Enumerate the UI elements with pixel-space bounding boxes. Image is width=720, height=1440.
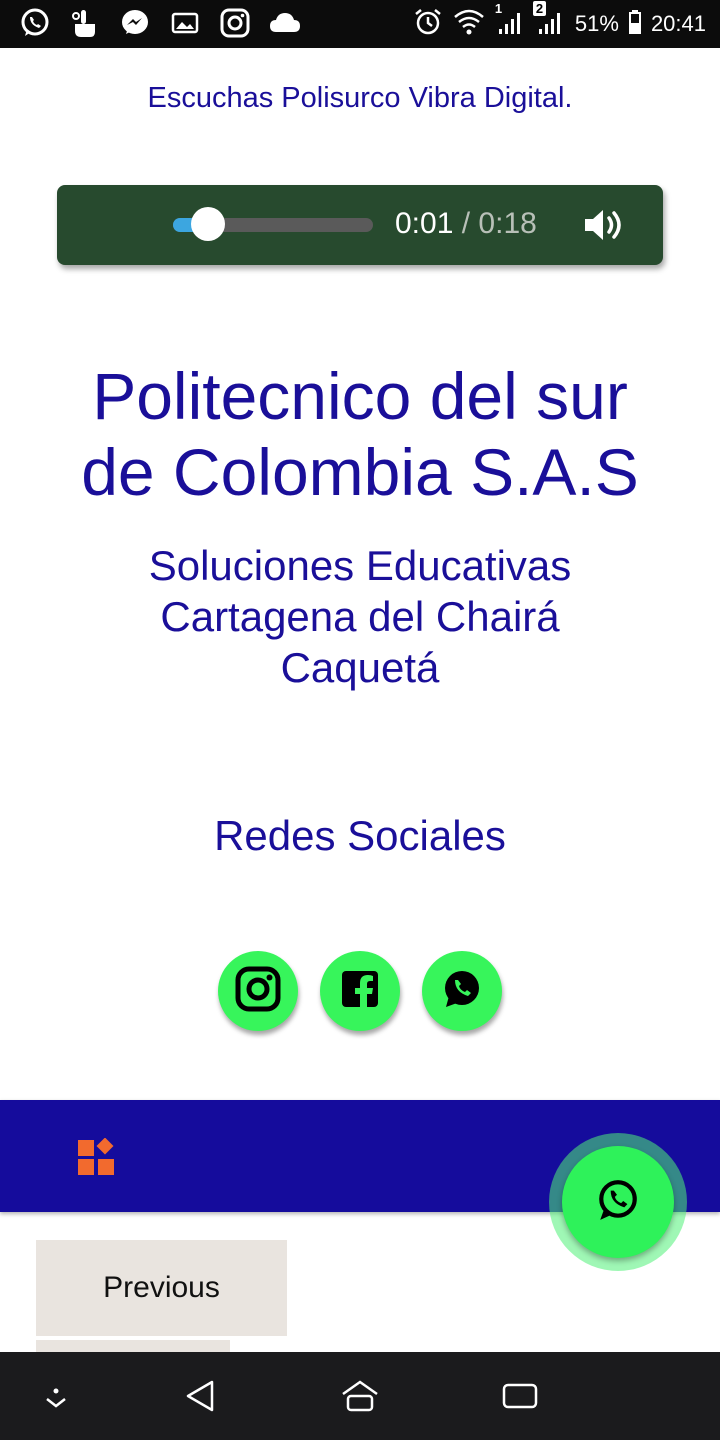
battery-percent: 51%	[574, 11, 619, 36]
page-title: Politecnico del sur de Colombia S.A.S	[40, 358, 680, 510]
system-status: 1 2 51% 20:41	[413, 0, 706, 42]
facebook-button[interactable]	[320, 951, 400, 1031]
clock: 20:41	[650, 11, 706, 36]
whatsapp-icon	[440, 967, 484, 1016]
sim2-label: 2	[532, 0, 547, 16]
progress-thumb[interactable]	[191, 207, 225, 241]
volume-icon[interactable]	[581, 205, 629, 245]
whatsapp-fab[interactable]	[562, 1146, 674, 1258]
status-bar: 1 2 51% 20:41	[0, 0, 720, 48]
audio-player: 0:01 / 0:18	[57, 185, 663, 265]
subtitle-line: Caquetá	[280, 644, 440, 691]
whatsapp-icon	[595, 1177, 641, 1228]
whatsapp-icon	[18, 6, 52, 40]
whatsapp-button[interactable]	[422, 951, 502, 1031]
sim1-label: 1	[494, 0, 503, 16]
social-heading: Redes Sociales	[214, 812, 506, 859]
hide-keyboard-icon[interactable]	[34, 1376, 78, 1416]
notification-icons	[18, 6, 302, 40]
current-time: 0:01	[395, 207, 454, 240]
subtitle-line: Cartagena del Chairá	[160, 593, 560, 640]
time-separator: /	[461, 207, 471, 240]
title-line: de Colombia S.A.S	[81, 435, 639, 509]
subtitle-line: Soluciones Educativas	[148, 542, 572, 589]
cloud-icon	[268, 6, 302, 40]
apps-icon[interactable]	[78, 1137, 116, 1176]
navigation-bar	[0, 1352, 720, 1440]
instagram-icon	[234, 965, 282, 1018]
gallery-icon	[168, 6, 202, 40]
previous-button[interactable]: Previous	[36, 1240, 287, 1336]
time-display: 0:01 / 0:18	[395, 207, 537, 241]
instagram-button[interactable]	[218, 951, 298, 1031]
back-icon[interactable]	[178, 1376, 222, 1416]
wifi-icon	[453, 7, 485, 42]
alarm-icon	[413, 7, 443, 42]
home-icon[interactable]	[338, 1376, 382, 1416]
audio-caption: Escuchas Polisurco Vibra Digital.	[147, 82, 573, 114]
total-time: 0:18	[478, 207, 537, 240]
battery-icon	[628, 9, 641, 39]
signal-icon: 2	[532, 0, 565, 42]
social-links	[0, 951, 720, 1031]
facebook-icon	[341, 970, 379, 1013]
instagram-icon	[218, 6, 252, 40]
title-line: Politecnico del sur	[92, 359, 628, 433]
recents-icon[interactable]	[498, 1376, 542, 1416]
signal-icon: 1	[495, 1, 525, 42]
messenger-icon	[118, 6, 152, 40]
touch-icon	[68, 6, 102, 40]
page-subtitle: Soluciones Educativas Cartagena del Chai…	[60, 540, 660, 693]
